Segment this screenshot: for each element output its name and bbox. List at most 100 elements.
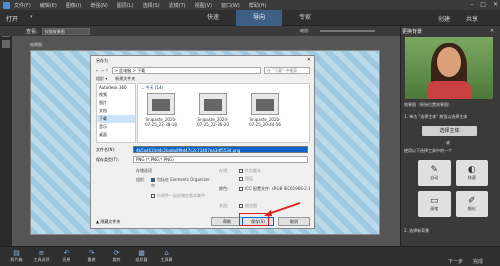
close-window-icon[interactable]: ✕ — [493, 1, 498, 8]
step1-text: 1. 单击 "选择主体" 按钮以选择主体 — [404, 114, 468, 119]
minimize-icon[interactable]: – — [470, 1, 473, 8]
photo-bin-icon: ▤ — [13, 249, 20, 257]
filename-input[interactable]: 4b5a4633d4c2ba8a8f9d47c2c71407ea3df5534.… — [133, 146, 308, 153]
chevron-down-icon[interactable]: ▾ — [30, 14, 33, 20]
include-organizer-checkbox[interactable]: 包括在 Elements Organizer 中 — [151, 177, 211, 189]
menu-help[interactable]: 帮助(H) — [249, 2, 267, 9]
photo-bin-button[interactable]: ▤ 照片箱 — [4, 247, 29, 263]
rotate-icon: ⟳ — [113, 249, 120, 257]
file-name: Snipaste_2020-07-25_20-44-56 — [249, 117, 281, 127]
image-thumbnail-icon — [199, 93, 227, 115]
hand-tool-icon[interactable] — [2, 40, 10, 48]
icc-checkbox[interactable]: ICC 配置文件: sRGB IEC61966-2.1 — [239, 186, 311, 192]
home-button[interactable]: ⌂ 主屏幕 — [154, 247, 179, 263]
tab-quick[interactable]: 快速 — [190, 10, 236, 26]
tool-auto[interactable]: ✎ 自动 — [418, 160, 451, 186]
file-item[interactable]: Snipaste_2020-07-25_22-36-20 — [196, 93, 230, 127]
tool-label: 细化 — [467, 206, 476, 211]
layers-checkbox[interactable]: 图层 — [239, 176, 253, 182]
bottom-bar: ▤ 照片箱 ≡ 工具选项 ↶ 还原 ↷ 重做 ⟳ 旋转 ▦ 组织器 ⌂ 主屏幕 — [0, 246, 500, 266]
filetype-select[interactable]: PNG (*.PNG;*.PNG) — [133, 156, 308, 163]
menu-filter[interactable]: 滤镜(T) — [169, 2, 186, 9]
nav-item-downloads[interactable]: 下载 — [97, 115, 135, 123]
tool-brush[interactable]: ▭ 画笔 — [418, 191, 451, 217]
nav-arrows-icon[interactable]: ← → ↑ — [96, 68, 109, 73]
search-input[interactable]: 在 "下载" 中搜索 — [264, 66, 310, 74]
file-item[interactable]: Snipaste_2020-07-25_20-44-56 — [248, 93, 282, 127]
address-bar[interactable]: > 此电脑 > 下载 — [111, 66, 261, 74]
next-button[interactable]: 下一步 — [448, 258, 463, 265]
image-thumbnail-icon — [251, 93, 279, 115]
redo-icon: ↷ — [88, 249, 95, 257]
nav-item[interactable]: 文档 — [97, 107, 135, 115]
image-thumbnail-icon — [147, 93, 175, 115]
bottom-label: 照片箱 — [10, 257, 23, 262]
menu-image[interactable]: 图像(I) — [66, 2, 81, 9]
bottom-label: 组织器 — [135, 257, 148, 262]
menu-file[interactable]: 文件(F) — [14, 2, 31, 9]
maximize-icon[interactable]: □ — [480, 1, 486, 8]
checkbox-label: 图层 — [245, 176, 253, 181]
zoom-slider[interactable] — [320, 30, 375, 32]
organize-label: 组织: — [136, 177, 146, 182]
as-copy-checkbox[interactable]: 作为副本 — [239, 168, 261, 174]
filename-label: 文件名(N): — [96, 146, 116, 152]
rotate-button[interactable]: ⟳ 旋转 — [104, 247, 129, 263]
done-button[interactable]: 完成 — [473, 258, 483, 265]
cancel-button[interactable]: 取消 — [278, 217, 310, 226]
step-hint: 使用以下选择工具中的一个 — [404, 148, 452, 153]
nav-item[interactable]: 桌面 — [97, 131, 135, 139]
hide-folders-toggle[interactable]: ▲ 隐藏文件夹 — [96, 219, 120, 225]
home-icon: ⌂ — [164, 249, 169, 257]
checkbox-icon — [239, 177, 243, 181]
tool-quick[interactable]: ◐ 快速 — [455, 160, 488, 186]
nav-item[interactable]: Autodesk 360 — [97, 84, 135, 91]
or-text: 或 — [446, 140, 450, 145]
organize-menu[interactable]: 组织 ▾ — [96, 76, 107, 82]
organizer-button[interactable]: ▦ 组织器 — [129, 247, 154, 263]
save-label: 存储: — [219, 168, 229, 173]
panel-title: 更换背景 — [402, 29, 423, 35]
select-subject-button[interactable]: 选择主体 — [422, 126, 477, 136]
selection-tools: ✎ 自动 ◐ 快速 ▭ 画笔 ✐ 细化 — [418, 160, 488, 217]
undo-icon: ↶ — [63, 249, 70, 257]
menu-window[interactable]: 窗口(W) — [221, 2, 240, 9]
preview-thumbnail — [405, 37, 493, 99]
tool-options-button[interactable]: ≡ 工具选项 — [29, 247, 54, 263]
view-select[interactable]: 仅限效果图 — [41, 27, 90, 35]
create-button[interactable]: 创建 — [438, 14, 450, 23]
checkbox-icon — [151, 178, 155, 182]
tab-guided[interactable]: 导向 — [236, 10, 282, 26]
thumbnail-checkbox[interactable]: 缩览图 — [239, 203, 257, 209]
tab-expert[interactable]: 专家 — [282, 10, 328, 26]
image-title: 效果图 — [30, 42, 42, 47]
menu-enhance[interactable]: 增强(N) — [90, 2, 108, 9]
undo-button[interactable]: ↶ 还原 — [54, 247, 79, 263]
new-folder-button[interactable]: 新建文件夹 — [115, 76, 135, 82]
menu-layer[interactable]: 图层(L) — [117, 2, 134, 9]
open-button[interactable]: 打开 — [6, 14, 18, 23]
checkbox-icon — [239, 204, 243, 208]
version-set-checkbox[interactable]: 与原件一起存储在版本集中 — [151, 193, 211, 199]
tool-options-icon: ≡ — [38, 249, 45, 257]
file-item[interactable]: Snipaste_2020-07-25_22-38-18 — [144, 93, 178, 127]
tool-refine[interactable]: ✐ 细化 — [455, 191, 488, 217]
share-button[interactable]: 共享 — [466, 14, 478, 23]
menu-view[interactable]: 视图(V) — [195, 2, 212, 9]
menu-edit[interactable]: 编辑(E) — [40, 2, 57, 9]
tool-label: 画笔 — [430, 206, 439, 211]
other-label: 其他: — [219, 203, 229, 208]
menu-select[interactable]: 选择(S) — [143, 2, 160, 9]
dialog-close-icon[interactable]: ✕ — [307, 57, 311, 63]
file-name: Snipaste_2020-07-25_22-36-20 — [197, 117, 229, 127]
group-header[interactable]: ⌄ 今天 (14) — [141, 85, 163, 91]
nav-item[interactable]: 图片 — [97, 99, 135, 107]
redo-button[interactable]: ↷ 重做 — [79, 247, 104, 263]
quick-select-icon: ◐ — [467, 165, 476, 175]
scene-label: 效果图（原始位置效果图） — [404, 102, 452, 107]
nav-item[interactable]: 视频 — [97, 91, 135, 99]
nav-item[interactable]: 音乐 — [97, 123, 135, 131]
panel-close-icon[interactable]: ✕ — [490, 28, 494, 34]
left-tool-strip — [0, 26, 12, 246]
mode-bar: 打开 ▾ 快速 导向 专家 创建 共享 — [0, 10, 500, 26]
